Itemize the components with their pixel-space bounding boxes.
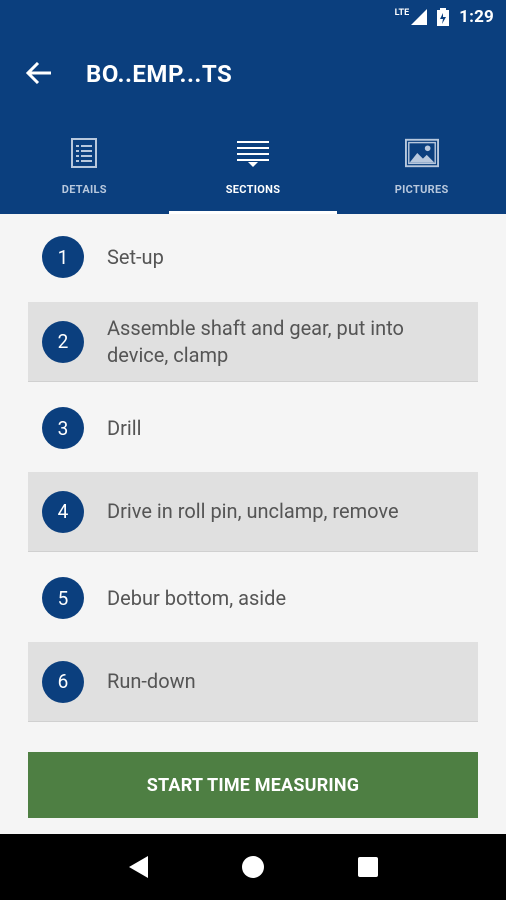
sections-list: 1 Set-up 2 Assemble shaft and gear, put …: [0, 214, 506, 834]
list-item[interactable]: 1 Set-up: [28, 214, 478, 300]
nav-recents-button[interactable]: [348, 847, 388, 887]
nav-back-button[interactable]: [118, 847, 158, 887]
sections-icon: [236, 136, 270, 170]
tab-sections[interactable]: SECTIONS: [168, 126, 338, 214]
tab-pictures-label: PICTURES: [394, 183, 449, 196]
section-title: Run-down: [107, 669, 196, 693]
section-number-badge: 5: [42, 577, 84, 619]
list-item[interactable]: 5 Debur bottom, aside: [28, 556, 478, 640]
section-number-badge: 2: [42, 320, 84, 363]
tab-details[interactable]: DETAILS: [0, 126, 169, 214]
list-item[interactable]: 6 Run-down: [28, 642, 478, 722]
tab-sections-label: SECTIONS: [225, 183, 281, 196]
section-number-badge: 3: [42, 407, 84, 449]
system-nav-bar: [0, 834, 506, 900]
arrow-back-icon: [26, 62, 51, 84]
section-title: Assemble shaft and gear, put into device…: [107, 315, 404, 367]
clock: 1:29: [459, 7, 494, 27]
square-recents-icon: [358, 857, 379, 877]
section-number-badge: 4: [42, 490, 84, 533]
network-type: LTE: [394, 7, 410, 18]
tab-pictures[interactable]: PICTURES: [337, 126, 506, 214]
lte-signal-icon: LTE: [394, 7, 428, 25]
tab-bar: DETAILS SECTIONS PICTURES: [0, 126, 506, 214]
battery-icon: [437, 8, 450, 26]
nav-home-button[interactable]: [233, 847, 273, 887]
list-item[interactable]: 4 Drive in roll pin, unclamp, remove: [28, 472, 478, 552]
triangle-back-icon: [128, 856, 148, 878]
list-document-icon: [67, 136, 101, 170]
back-button[interactable]: [24, 58, 54, 88]
section-number-badge: 6: [42, 660, 84, 703]
section-title: Drive in roll pin, unclamp, remove: [107, 499, 399, 523]
circle-home-icon: [241, 856, 264, 878]
picture-icon: [404, 136, 439, 170]
list-item[interactable]: 3 Drill: [28, 386, 478, 470]
section-title: Drill: [107, 415, 142, 440]
app-bar: BO..EMP...TS DETAILS SECTIONS PICTURES: [0, 34, 506, 214]
section-number-badge: 1: [42, 236, 84, 278]
section-title: Debur bottom, aside: [107, 585, 287, 610]
section-title: Set-up: [107, 244, 164, 269]
start-time-measuring-button[interactable]: START TIME MEASURING: [28, 752, 478, 818]
page-title: BO..EMP...TS: [86, 60, 233, 88]
status-bar: LTE 1:29: [0, 0, 506, 34]
tab-details-label: DETAILS: [61, 183, 107, 196]
list-item[interactable]: 2 Assemble shaft and gear, put into devi…: [28, 302, 478, 382]
